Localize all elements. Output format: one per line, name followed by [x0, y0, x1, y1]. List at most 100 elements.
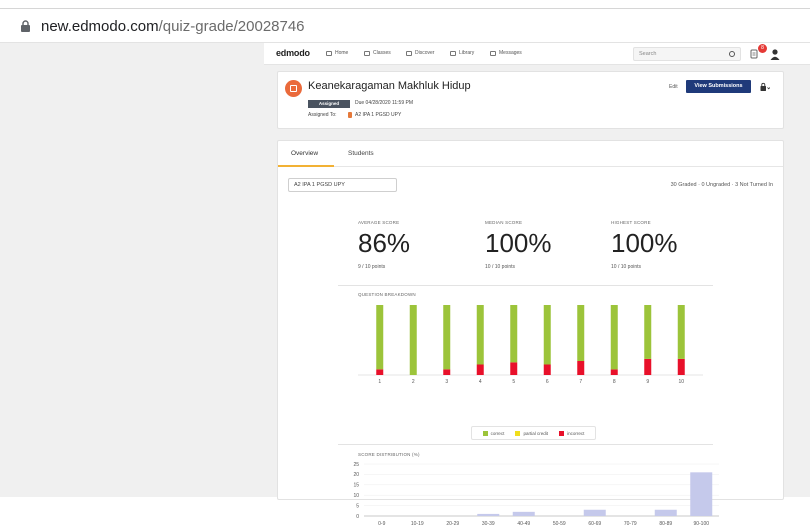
- nav-home[interactable]: Home: [326, 50, 348, 56]
- bar-correct-q10: [677, 305, 685, 359]
- active-tab-indicator: [278, 165, 334, 167]
- bar-incorrect-q7: [577, 361, 585, 375]
- section-divider: [338, 285, 713, 286]
- average-score-block: AVERAGE SCORE 86% 9 / 10 points: [358, 220, 468, 270]
- median-score-value: 100%: [485, 228, 552, 258]
- median-score-points: 10 / 10 points: [485, 264, 516, 270]
- x-tick-label: 1: [378, 379, 381, 385]
- x-tick-label: 6: [546, 379, 549, 385]
- bar-correct-q2: [409, 305, 417, 375]
- search-placeholder: Search: [639, 51, 657, 57]
- x-tick-label: 50-59: [553, 521, 566, 527]
- bar-incorrect-q8: [610, 369, 618, 375]
- tab-students[interactable]: Students: [348, 150, 374, 157]
- bar-correct-q8: [610, 305, 618, 370]
- nav-home-label: Home: [335, 50, 349, 56]
- edmodo-logo[interactable]: edmodo: [276, 48, 310, 58]
- score-distribution-chart: 0 5 10 15 20 25 0-9 10-19 20-29 30-39 40-49 50-59 60…: [353, 462, 719, 527]
- bar-30-39: [477, 513, 500, 516]
- overview-card: Overview Students A2 IPA 1 PGSD UPY 30 G…: [277, 140, 784, 527]
- home-icon: [326, 50, 332, 56]
- bar-40-49: [512, 511, 535, 516]
- median-score-label: MEDIAN SCORE: [485, 220, 523, 225]
- assignment-title: Keanekaragaman Makhluk Hidup: [308, 80, 471, 92]
- bar-60-69: [583, 509, 606, 516]
- top-navigation: edmodo Home Classes Discover Library Mes…: [264, 43, 810, 65]
- bar-incorrect-q3: [443, 369, 451, 375]
- average-score-points: 9 / 10 points: [358, 264, 386, 270]
- partial-swatch: [515, 430, 521, 436]
- bar-correct-q4: [476, 305, 484, 365]
- legend-incorrect: incorrect: [559, 430, 585, 436]
- assigned-to-label: Assigned To:: [308, 112, 337, 118]
- average-score-label: AVERAGE SCORE: [358, 220, 400, 225]
- browser-toolbar: new.edmodo.com/quiz-grade/20028746: [0, 0, 810, 43]
- bar-correct-q1: [376, 305, 384, 370]
- nav-library-label: Library: [459, 50, 475, 56]
- quiz-icon: [285, 80, 302, 97]
- highest-score-value: 100%: [611, 228, 678, 258]
- tab-bar: Overview Students: [278, 141, 783, 167]
- bar-correct-q9: [644, 305, 652, 359]
- due-date: Due 04/28/2020 11:59 PM: [355, 100, 414, 106]
- grade-summary: 30 Graded · 0 Ungraded · 3 Not Turned In: [670, 182, 773, 188]
- page-viewport: edmodo Home Classes Discover Library Mes…: [0, 43, 810, 527]
- highest-score-points: 10 / 10 points: [611, 264, 642, 270]
- tab-strip-divider: [0, 8, 810, 9]
- nav-discover-label: Discover: [415, 50, 435, 56]
- address-bar[interactable]: new.edmodo.com/quiz-grade/20028746: [20, 18, 305, 35]
- x-tick-label: 40-49: [517, 521, 530, 527]
- nav-discover[interactable]: Discover: [406, 50, 434, 56]
- bar-correct-q3: [443, 305, 451, 370]
- bar-correct-q5: [510, 305, 518, 363]
- search-icon[interactable]: [729, 51, 735, 57]
- lock-icon: [21, 20, 30, 32]
- x-tick-label: 0-9: [378, 521, 385, 527]
- bar-correct-q6: [543, 305, 551, 365]
- bar-incorrect-q6: [543, 364, 551, 375]
- score-distribution-title: SCORE DISTRIBUTION (%): [358, 452, 420, 457]
- incorrect-swatch: [559, 430, 565, 436]
- chart-legend: correct partial credit incorrect: [471, 426, 596, 440]
- bar-incorrect-q1: [376, 369, 384, 375]
- question-breakdown-chart: 1 2 3 4 5 6 7 8 9 10: [358, 305, 703, 385]
- user-avatar-icon[interactable]: [770, 48, 780, 60]
- correct-swatch: [482, 430, 488, 436]
- x-tick-label: 9: [646, 379, 649, 385]
- x-tick-label: 10: [678, 379, 684, 385]
- nav-classes[interactable]: Classes: [364, 50, 391, 56]
- view-submissions-button[interactable]: View Submissions: [686, 80, 751, 93]
- assignment-header-card: Keanekaragaman Makhluk Hidup Assigned Du…: [277, 71, 784, 129]
- assigned-to-class[interactable]: A2 IPA 1 PGSD UPY: [355, 112, 401, 118]
- search-input[interactable]: Search: [633, 47, 741, 61]
- x-tick-label: 10-19: [411, 521, 424, 527]
- nav-messages-label: Messages: [499, 50, 522, 56]
- left-margin: [0, 43, 264, 497]
- nav-library[interactable]: Library: [450, 50, 474, 56]
- x-tick-label: 8: [613, 379, 616, 385]
- lock-dropdown-icon[interactable]: [760, 82, 770, 92]
- classes-icon: [364, 50, 370, 56]
- bar-80-89: [654, 509, 677, 516]
- library-icon: [450, 50, 456, 56]
- url-host: new.edmodo.com: [41, 18, 159, 35]
- tab-overview[interactable]: Overview: [291, 150, 318, 157]
- notification-badge: 8: [758, 44, 767, 53]
- median-score-block: MEDIAN SCORE 100% 10 / 10 points: [485, 220, 595, 270]
- average-score-value: 86%: [358, 228, 411, 258]
- y-tick-label: 0: [356, 514, 359, 520]
- section-select[interactable]: A2 IPA 1 PGSD UPY: [288, 178, 397, 192]
- legend-incorrect-label: incorrect: [567, 430, 585, 436]
- discover-icon: [406, 50, 412, 56]
- x-tick-label: 20-29: [446, 521, 459, 527]
- section-divider: [338, 444, 713, 445]
- nav-messages[interactable]: Messages: [490, 50, 522, 56]
- y-tick-label: 15: [353, 483, 359, 489]
- notification-icon[interactable]: [750, 49, 758, 59]
- x-tick-label: 90-100: [693, 521, 709, 527]
- url-path: /quiz-grade/20028746: [158, 18, 305, 35]
- legend-correct-label: correct: [490, 430, 505, 436]
- bar-incorrect-q5: [510, 362, 518, 375]
- edit-link[interactable]: Edit: [669, 84, 678, 90]
- bar-correct-q7: [577, 305, 585, 361]
